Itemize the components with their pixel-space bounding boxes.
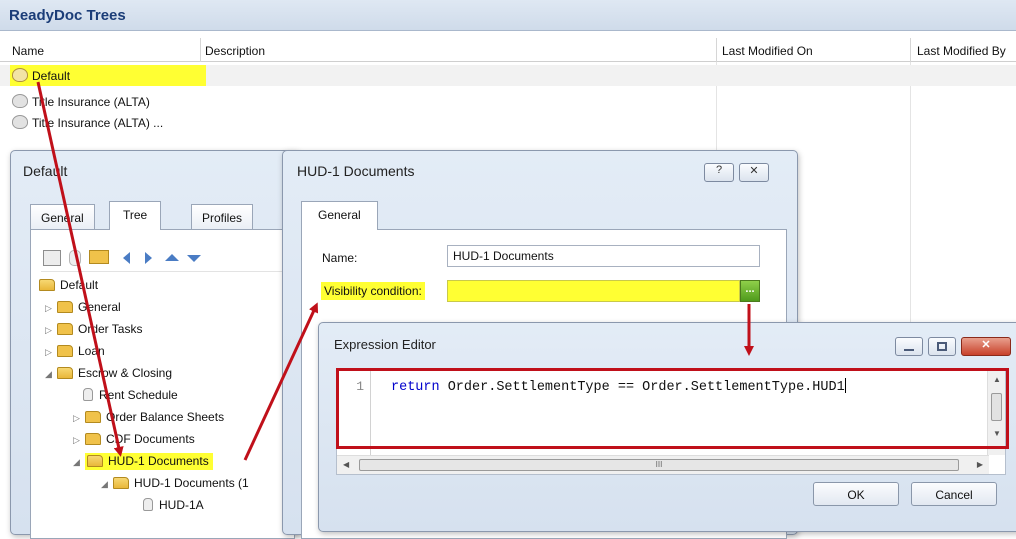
tab-general[interactable]: General xyxy=(301,201,378,230)
arrow-default-to-hud1 xyxy=(36,81,124,457)
arrow-hud1-to-visibility xyxy=(243,302,319,461)
tab-tree[interactable]: Tree xyxy=(109,201,162,230)
annotation-arrows xyxy=(36,81,754,461)
